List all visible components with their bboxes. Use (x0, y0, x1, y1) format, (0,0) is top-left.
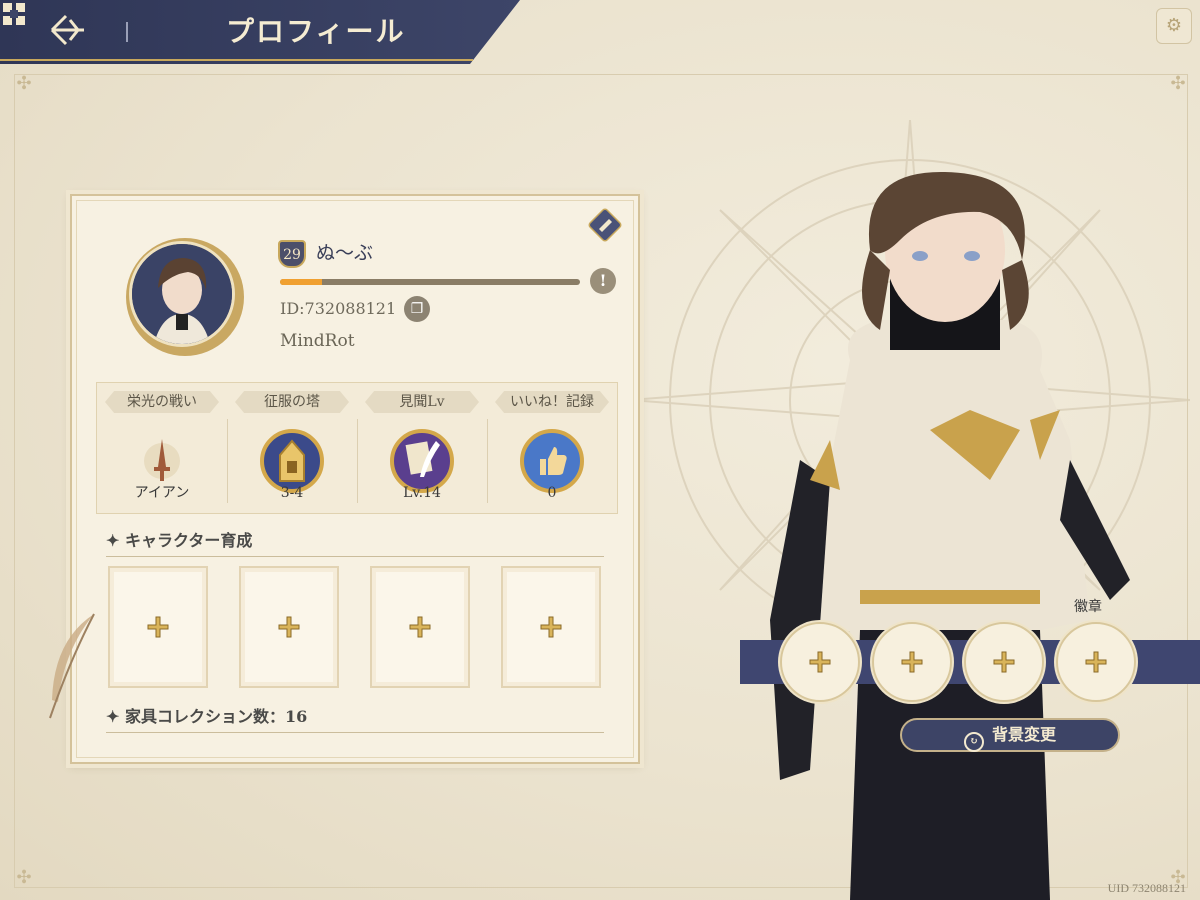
copy-id-button[interactable]: ❐ (404, 296, 430, 322)
plus-icon (147, 616, 169, 638)
exp-info-button[interactable]: ! (590, 268, 616, 294)
avatar-portrait-icon (132, 244, 232, 344)
emblem-label: 徽章 (1074, 599, 1102, 615)
stat-value: 3-4 (280, 485, 304, 501)
exp-bar-fill (280, 279, 322, 285)
top-bar-separator (126, 22, 128, 42)
stat-label: いいね！記録 (495, 391, 609, 413)
emblem-slot[interactable] (872, 622, 952, 702)
emblem-slot[interactable] (780, 622, 860, 702)
furniture-collection-label: 家具コレクション数：16 (124, 707, 308, 726)
profile-card: 29 ぬ～ぶ ! ID:732088121 ❐ MindRot 栄光の戦い アイ… (70, 194, 640, 764)
player-id: ID:732088121 (280, 299, 397, 318)
character-training-label: キャラクター育成 (124, 531, 253, 550)
furniture-collection-heading: ✦ 家具コレクション数：16 (106, 707, 308, 726)
avatar (129, 241, 235, 347)
plus-icon (1085, 651, 1107, 673)
stat-knowledge-level[interactable]: 見聞Lv Lv.14 (357, 383, 487, 513)
background-change-label: 背景変更 (991, 725, 1056, 744)
emblem-slot[interactable] (964, 622, 1044, 702)
stat-label: 征服の塔 (235, 391, 349, 413)
back-button[interactable] (48, 12, 96, 52)
stats-panel: 栄光の戦い アイアン 征服の塔 3-4 見聞Lv Lv.14 いいね！記録 0 (96, 382, 618, 514)
plus-icon (901, 651, 923, 673)
section-divider (106, 732, 604, 733)
plus-icon (278, 616, 300, 638)
frame-corner-ornament: ✣ (16, 867, 32, 888)
emblem-slot[interactable] (1056, 622, 1136, 702)
top-bar: プロフィール (0, 0, 520, 64)
character-slot[interactable] (370, 566, 470, 688)
username: ぬ～ぶ (316, 242, 374, 264)
character-slot[interactable] (501, 566, 601, 688)
stat-label: 見聞Lv (365, 391, 479, 413)
frame-corner-ornament: ✣ (1170, 73, 1186, 94)
plus-icon (540, 616, 562, 638)
avatar-frame[interactable] (126, 238, 244, 356)
uid-footer: UID 732088121 (1107, 881, 1186, 895)
plus-icon (809, 651, 831, 673)
stat-label: 栄光の戦い (105, 391, 219, 413)
exp-bar (280, 279, 580, 285)
section-divider (106, 556, 604, 557)
background-change-button[interactable]: ↻ 背景変更 (900, 718, 1120, 752)
profile-menu-icon (3, 3, 25, 25)
character-illustration (770, 171, 1130, 900)
gear-icon: ⚙ (1165, 15, 1183, 36)
page-title: プロフィール (226, 15, 406, 48)
plus-icon (409, 616, 431, 638)
plus-icon (993, 651, 1015, 673)
character-slot[interactable] (108, 566, 208, 688)
level-badge: 29 (278, 240, 306, 268)
refresh-icon: ↻ (963, 732, 984, 752)
stat-likes-record[interactable]: いいね！記録 0 (487, 383, 617, 513)
frame-corner-ornament: ✣ (16, 73, 32, 94)
stat-glory-battle[interactable]: 栄光の戦い アイアン (97, 383, 227, 513)
stat-value: アイアン (134, 485, 190, 501)
copy-icon: ❐ (410, 301, 424, 317)
character-slot[interactable] (239, 566, 339, 688)
exclamation-icon: ! (599, 271, 607, 290)
settings-button[interactable]: ⚙ (1156, 8, 1192, 44)
back-arrow-icon (50, 14, 84, 46)
stat-tower-conquest[interactable]: 征服の塔 3-4 (227, 383, 357, 513)
character-training-heading: ✦ キャラクター育成 (106, 531, 253, 550)
edit-profile-button[interactable] (588, 208, 622, 242)
stat-value: Lv.14 (403, 485, 441, 501)
guild-name: MindRot (280, 331, 355, 351)
stat-value: 0 (547, 485, 557, 501)
feather-decoration-icon (49, 613, 95, 719)
